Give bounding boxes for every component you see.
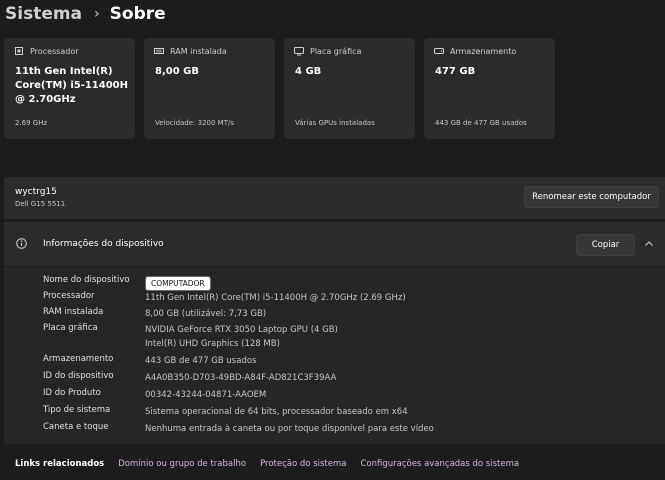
spec-label: RAM instalada [43,307,104,317]
card-value: 477 GB [435,66,476,77]
device-model: Dell G15 5511 [15,200,66,208]
spec-value: 00342-43244-04871-AAOEM [145,390,267,400]
copy-button[interactable]: Copiar [576,234,635,256]
card-sub: 443 GB de 477 GB usados [435,119,527,127]
spec-label: Tipo de sistema [43,405,111,415]
rename-pc-button[interactable]: Renomear este computador [524,186,659,208]
ram-icon [154,48,164,54]
spec-value: A4A0B350-D703-49BD-A84F-AD821C3F39AA [145,373,337,383]
card-sub: 2.69 GHz [15,119,48,127]
spec-label: Nome do dispositivo [43,275,130,285]
device-name-bar: wyctrg15 Dell G15 5511 Renomear este com… [4,177,665,219]
card-gpu: Placa gráfica 4 GB Várias GPUs instalada… [284,38,415,139]
spec-label: Caneta e toque [43,422,109,432]
info-icon [16,238,27,249]
card-ram: RAM instalada 8,00 GB Velocidade: 3200 M… [144,38,275,139]
spec-label: Armazenamento [43,354,114,364]
spec-label: Processador [43,291,95,301]
spec-value: 8,00 GB (utilizável: 7,73 GB) [145,309,267,319]
device-specs-section: Informações do dispositivo Copiar Nome d… [4,222,665,444]
spec-cards: Processador 11th Gen Intel(R) Core(TM) i… [4,38,555,139]
card-sub: Várias GPUs instaladas [295,119,375,127]
spec-value: NVIDIA GeForce RTX 3050 Laptop GPU (4 GB… [145,325,338,335]
card-title: RAM instalada [170,46,227,56]
spec-value[interactable]: COMPUTADOR [145,276,211,291]
chevron-up-icon[interactable] [644,239,654,249]
card-storage: Armazenamento 477 GB 443 GB de 477 GB us… [424,38,555,139]
card-sub: Velocidade: 3200 MT/s [155,119,234,127]
card-value: 8,00 GB [155,66,199,77]
device-hostname: wyctrg15 [15,187,57,197]
link-system-protection[interactable]: Proteção do sistema [260,459,346,469]
spec-label: ID do dispositivo [43,371,114,381]
related-links-title: Links relacionados [15,458,105,469]
card-value: 4 GB [295,66,322,77]
page-title: Sobre [109,4,166,24]
processor-icon [15,47,23,55]
card-processor: Processador 11th Gen Intel(R) Core(TM) i… [4,38,135,139]
link-advanced-settings[interactable]: Configurações avançadas do sistema [360,459,519,469]
storage-icon [434,48,444,54]
device-specs-title: Informações do dispositivo [43,239,164,249]
card-title: Armazenamento [450,46,517,56]
spec-value: 11th Gen Intel(R) Core(TM) i5-11400H @ 2… [145,293,406,303]
gpu-icon [294,47,304,56]
spec-label: ID do Produto [43,388,101,398]
device-specs-header[interactable]: Informações do dispositivo Copiar [4,222,665,267]
spec-value: Nenhuma entrada à caneta ou por toque di… [145,424,434,434]
card-value: 11th Gen Intel(R) Core(TM) i5-11400H @ 2… [15,66,129,105]
card-title: Processador [30,46,79,56]
spec-value: 443 GB de 477 GB usados [145,356,257,366]
breadcrumb-sistema[interactable]: Sistema [5,4,82,24]
related-links: Links relacionados Domínio ou grupo de t… [4,447,665,480]
spec-label: Placa gráfica [43,323,98,333]
spec-value: Sistema operacional de 64 bits, processa… [145,407,408,417]
about-page: Sistema › Sobre Processador 11th Gen Int… [0,0,665,480]
breadcrumb-separator: › [94,6,100,22]
breadcrumb: Sistema › Sobre [5,2,166,26]
spec-value-secondary: Intel(R) UHD Graphics (128 MB) [145,339,280,349]
link-domain-workgroup[interactable]: Domínio ou grupo de trabalho [118,459,246,469]
card-title: Placa gráfica [310,46,362,56]
